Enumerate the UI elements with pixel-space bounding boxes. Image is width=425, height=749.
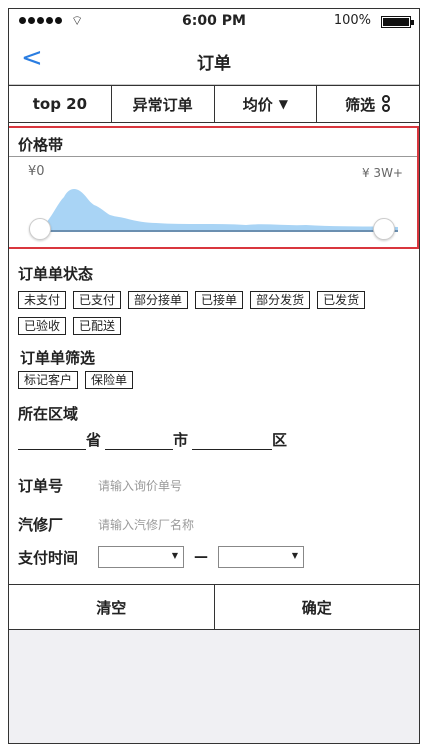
pay-time-label: 支付时间	[18, 548, 79, 567]
region-title: 所在区域	[18, 405, 79, 423]
chip-partial-shipped[interactable]: 部分发货	[250, 291, 311, 309]
pay-time-end-select[interactable]	[218, 546, 304, 568]
order-filter-title: 订单单筛选	[20, 349, 96, 367]
chip-accepted[interactable]: 已接单	[195, 291, 244, 309]
tab-bar: top 20 异常订单 均价 ▼ 筛选	[9, 85, 419, 123]
range-min-handle[interactable]	[29, 218, 51, 240]
tab-top20[interactable]: top 20	[9, 86, 112, 122]
price-band-panel: 价格带 ¥0 ¥ 3W+	[9, 126, 419, 249]
confirm-button[interactable]: 确定	[215, 585, 420, 629]
chip-insurance[interactable]: 保险单	[85, 371, 134, 389]
chip-delivered[interactable]: 已配送	[73, 317, 122, 335]
range-separator: —	[194, 549, 208, 565]
pay-time-row: 支付时间 —	[18, 546, 304, 568]
repair-shop-input[interactable]	[98, 517, 298, 532]
tab-label: 均价	[242, 95, 273, 114]
tab-avg-price[interactable]: 均价 ▼	[215, 86, 318, 122]
phone-frame: ⌔ 6:00 PM 100% < 订单 top 20 异常订单 均价 ▼ 筛选 价…	[8, 8, 420, 744]
range-max-handle[interactable]	[373, 218, 395, 240]
price-band-title: 价格带	[18, 136, 64, 154]
district-label: 区	[272, 431, 288, 449]
clear-button[interactable]: 清空	[9, 585, 215, 629]
order-status-title: 订单单状态	[18, 265, 94, 283]
tab-filter[interactable]: 筛选	[317, 86, 419, 122]
order-status-chips: 未支付 已支付 部分接单 已接单 部分发货 已发货 已验收 已配送	[18, 291, 398, 335]
bottom-overlay	[9, 630, 419, 743]
order-no-label: 订单号	[18, 477, 64, 495]
footer-actions: 清空 确定	[9, 584, 419, 630]
city-field[interactable]	[105, 434, 174, 450]
province-field[interactable]	[18, 434, 86, 450]
price-max-label: ¥ 3W+	[361, 166, 403, 180]
tab-label: 筛选	[345, 95, 376, 114]
tab-label: top 20	[32, 95, 88, 113]
nav-bar: < 订单	[9, 35, 419, 85]
region-fields: 省 市 区	[18, 429, 287, 450]
chip-unpaid[interactable]: 未支付	[18, 291, 67, 309]
distribution-area	[36, 189, 398, 231]
order-no-row: 订单号	[18, 475, 298, 496]
chip-shipped[interactable]: 已发货	[317, 291, 366, 309]
battery-percent: 100%	[333, 13, 371, 28]
city-label: 市	[173, 431, 189, 449]
battery-icon	[381, 16, 414, 28]
price-distribution-chart	[36, 189, 398, 232]
repair-shop-label: 汽修厂	[18, 516, 64, 534]
province-label: 省	[86, 431, 102, 449]
district-field[interactable]	[192, 434, 273, 450]
divider	[9, 156, 417, 157]
tab-abnormal-orders[interactable]: 异常订单	[112, 86, 215, 122]
chip-paid[interactable]: 已支付	[73, 291, 122, 309]
link-icon	[381, 94, 391, 114]
chip-marked-customer[interactable]: 标记客户	[18, 371, 79, 389]
price-min-label: ¥0	[28, 164, 45, 179]
repair-shop-row: 汽修厂	[18, 514, 298, 535]
page-title: 订单	[197, 54, 231, 74]
pay-time-start-select[interactable]	[98, 546, 184, 568]
order-filter-chips: 标记客户 保险单	[18, 371, 134, 389]
caret-down-icon: ▼	[278, 97, 288, 111]
tab-label: 异常订单	[132, 95, 193, 114]
chip-partial-accepted[interactable]: 部分接单	[128, 291, 189, 309]
status-bar: ⌔ 6:00 PM 100%	[9, 9, 419, 35]
chip-inspected[interactable]: 已验收	[18, 317, 67, 335]
order-no-input[interactable]	[98, 478, 298, 493]
